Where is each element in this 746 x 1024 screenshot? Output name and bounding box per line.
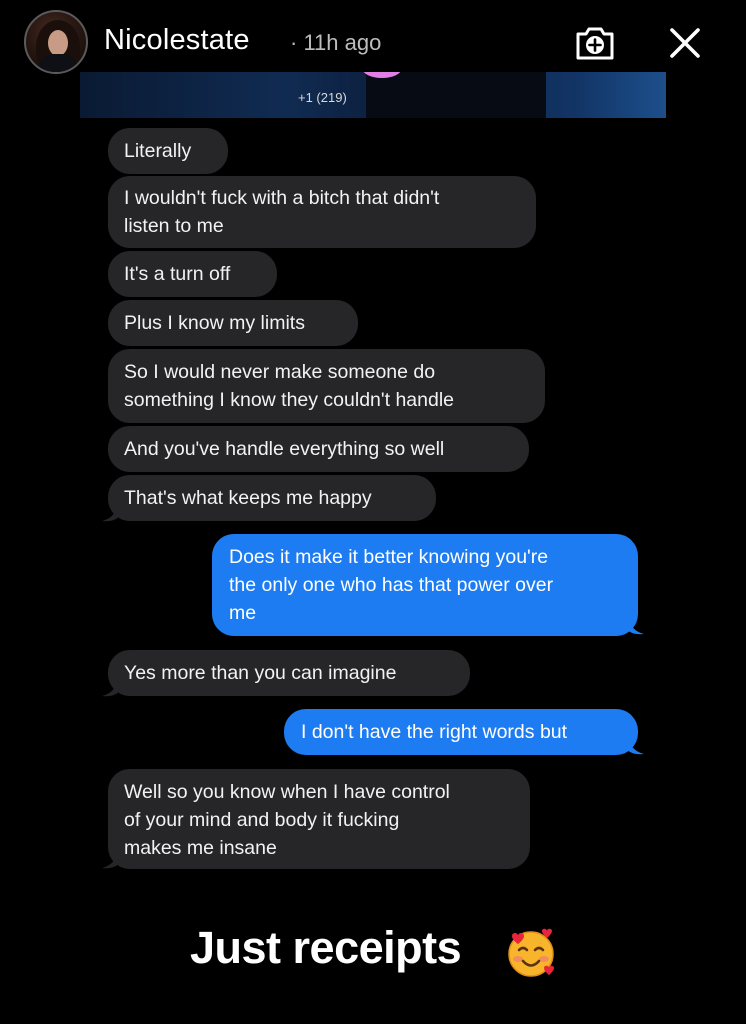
message-bubble-incoming: So I would never make someone do somethi…: [108, 349, 545, 423]
smiling-face-with-hearts-icon: [504, 926, 558, 980]
bubble-tail: [102, 679, 120, 697]
image-counter: +1 (219): [298, 90, 347, 105]
message-bubble-incoming: It's a turn off: [108, 251, 277, 297]
message-bubble-incoming: Plus I know my limits: [108, 300, 358, 346]
bubble-tail: [626, 737, 644, 755]
story-caption: Just receipts: [190, 922, 462, 973]
bubble-tail: [102, 504, 120, 522]
post-time: · 11h ago: [290, 30, 382, 55]
message-bubble-incoming: Well so you know when I have control of …: [108, 769, 530, 869]
avatar[interactable]: [24, 10, 88, 74]
add-circle-icon[interactable]: [574, 24, 616, 62]
shared-image-strip: +1 (219): [80, 72, 666, 118]
close-icon[interactable]: [666, 24, 704, 62]
message-bubble-incoming: That's what keeps me happy: [108, 475, 436, 521]
message-bubble-incoming: Literally: [108, 128, 228, 174]
message-bubble-incoming: And you've handle everything so well: [108, 426, 529, 472]
message-bubble-incoming: I wouldn't fuck with a bitch that didn't…: [108, 176, 536, 248]
message-bubble-outgoing: I don't have the right words but: [284, 709, 638, 755]
bubble-tail: [102, 851, 120, 869]
bubble-tail: [626, 617, 644, 635]
message-bubble-outgoing: Does it make it better knowing you're th…: [212, 534, 638, 636]
story-viewer: Nicolestate · 11h ago +1 (219) Literally…: [0, 0, 746, 1024]
username[interactable]: Nicolestate: [104, 24, 250, 57]
message-bubble-incoming: Yes more than you can imagine: [108, 650, 470, 696]
